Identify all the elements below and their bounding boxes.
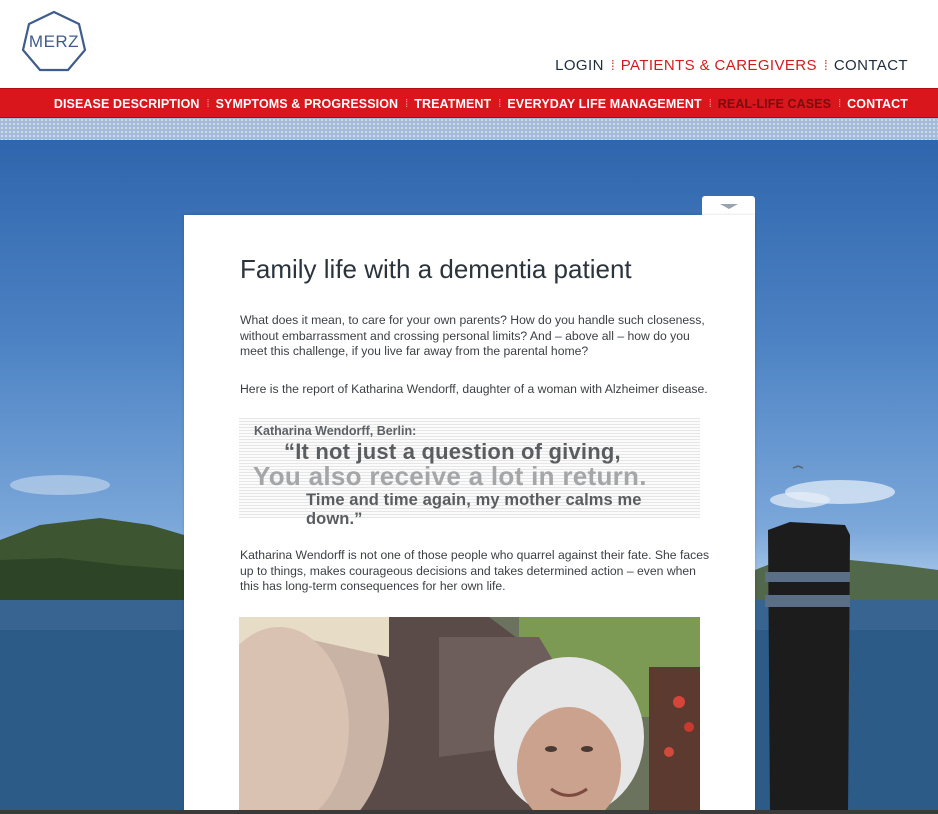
article-title: Family life with a dementia patient xyxy=(240,254,632,284)
top-nav-contact[interactable]: CONTACT xyxy=(834,57,908,74)
nav-separator: ⁞ xyxy=(405,98,408,110)
main-nav-disease-description[interactable]: DISEASE DESCRIPTION xyxy=(54,97,200,111)
nav-separator: ⁞ xyxy=(206,98,210,110)
main-nav-label: REAL-LIFE CASES xyxy=(717,97,832,111)
site-header: MERZ LOGIN ⁞ PATIENTS & CAREGIVERS ⁞ CON… xyxy=(0,0,938,88)
dotted-band xyxy=(0,118,938,140)
top-nav-patients-caregivers[interactable]: PATIENTS & CAREGIVERS xyxy=(621,57,817,74)
main-nav-label: CONTACT xyxy=(847,97,908,111)
main-nav-symptoms-progression[interactable]: SYMPTOMS & PROGRESSION xyxy=(216,97,399,111)
quote-line-2: You also receive a lot in return. xyxy=(253,461,647,491)
main-nav-label: DISEASE DESCRIPTION xyxy=(53,97,200,111)
chevron-down-icon xyxy=(720,204,738,209)
nav-separator: ⁞ xyxy=(498,98,501,110)
main-nav-label: TREATMENT xyxy=(414,97,492,111)
nav-separator: ⁞ xyxy=(610,57,615,73)
article-report-line: Here is the report of Katharina Wendorff… xyxy=(240,382,708,396)
main-nav-contact[interactable]: CONTACT xyxy=(847,97,908,111)
quote-line-3: Time and time again, my mother calms me … xyxy=(306,491,642,528)
top-navigation: LOGIN ⁞ PATIENTS & CAREGIVERS ⁞ CONTACT xyxy=(555,55,908,75)
nav-separator: ⁞ xyxy=(823,57,828,73)
main-nav-treatment[interactable]: TREATMENT xyxy=(414,97,491,111)
article-intro: What does it mean, to care for your own … xyxy=(240,313,705,358)
top-nav-login[interactable]: LOGIN xyxy=(555,57,604,74)
article-photo xyxy=(239,617,700,814)
logo-text: MERZ xyxy=(28,32,80,51)
nav-separator: ⁞ xyxy=(838,98,841,110)
main-nav-everyday-life-management[interactable]: EVERYDAY LIFE MANAGEMENT xyxy=(507,97,701,111)
merz-logo[interactable]: MERZ xyxy=(21,10,87,72)
main-nav-real-life-cases[interactable]: REAL-LIFE CASES xyxy=(718,97,831,111)
main-nav-list: DISEASE DESCRIPTION ⁞ SYMPTOMS & PROGRES… xyxy=(54,89,908,119)
article-body: Katharina Wendorff is not one of those p… xyxy=(240,548,710,593)
bottom-edge xyxy=(0,810,938,814)
quote-banner: Katharina Wendorff, Berlin: “It not just… xyxy=(239,418,700,528)
main-nav-label: SYMPTOMS & PROGRESSION xyxy=(215,97,399,111)
main-navigation-bar: DISEASE DESCRIPTION ⁞ SYMPTOMS & PROGRES… xyxy=(0,88,938,125)
quote-author: Katharina Wendorff, Berlin: xyxy=(254,424,417,438)
main-nav-label: EVERYDAY LIFE MANAGEMENT xyxy=(507,97,702,111)
nav-separator: ⁞ xyxy=(708,98,712,110)
